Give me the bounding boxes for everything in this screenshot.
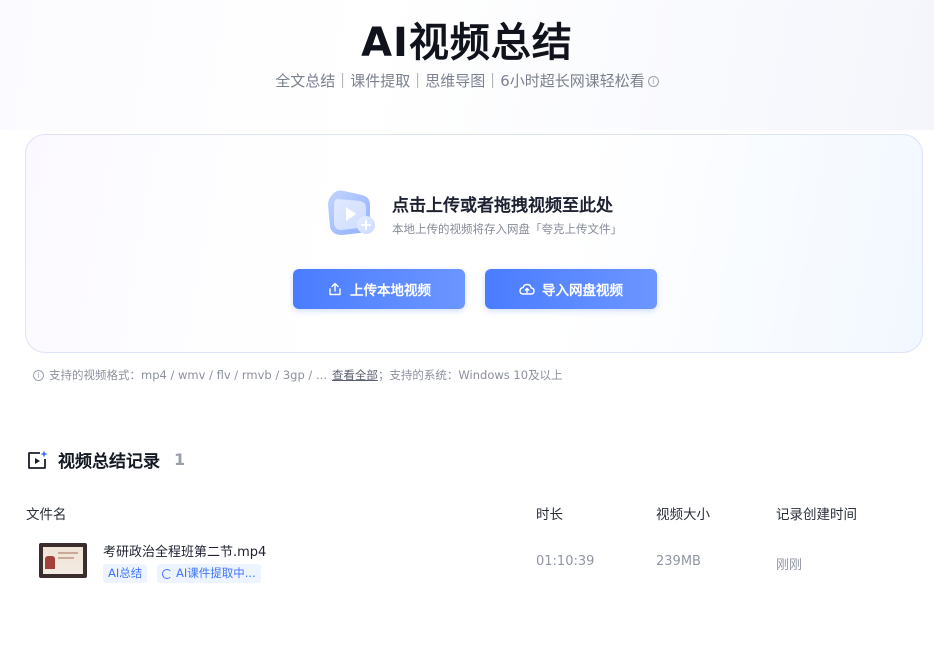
import-cloud-label: 导入网盘视频 bbox=[542, 283, 623, 299]
info-icon[interactable]: i bbox=[647, 76, 659, 87]
upload-icon bbox=[329, 282, 341, 296]
upload-local-label: 上传本地视频 bbox=[350, 283, 431, 299]
video-thumbnail[interactable] bbox=[39, 543, 87, 578]
supported-formats-note: i 支持的视频格式：mp4 / wmv / flv / rmvb / 3gp /… bbox=[33, 367, 563, 383]
column-header-size: 视频大小 bbox=[656, 507, 710, 523]
records-count: 1 bbox=[174, 450, 186, 469]
upload-description: 本地上传的视频将存入网盘「夸克上传文件」 bbox=[392, 222, 622, 236]
file-name[interactable]: 考研政治全程班第二节.mp4 bbox=[103, 541, 266, 560]
records-title: 视频总结记录 bbox=[58, 452, 160, 472]
ai-summary-tag[interactable]: AI总结 bbox=[103, 564, 148, 583]
page-title: AI视频总结 bbox=[361, 20, 573, 66]
duration-cell: 01:10:39 bbox=[536, 554, 595, 569]
formats-text: 支持的视频格式：mp4 / wmv / flv / rmvb / 3gp / .… bbox=[49, 368, 327, 382]
size-cell: 239MB bbox=[656, 554, 701, 569]
video-upload-icon bbox=[328, 190, 375, 235]
ai-extract-status-tag: AI课件提取中... bbox=[157, 564, 261, 583]
table-row[interactable]: 考研政治全程班第二节.mp4 AI总结 AI课件提取中... 01:10:39 … bbox=[26, 533, 906, 589]
page-subtitle: 全文总结｜课件提取｜思维导图｜6小时超长网课轻松看 i bbox=[0, 70, 934, 91]
records-header: 视频总结记录 1 bbox=[26, 447, 185, 472]
created-cell: 刚刚 bbox=[776, 558, 803, 573]
record-sparkle-icon bbox=[28, 450, 48, 469]
column-header-duration: 时长 bbox=[536, 507, 563, 523]
column-header-file-name: 文件名 bbox=[26, 507, 67, 523]
system-text: ；支持的系统：Windows 10及以上 bbox=[377, 368, 563, 382]
import-cloud-video-button[interactable]: 导入网盘视频 bbox=[485, 269, 657, 309]
cloud-icon bbox=[519, 283, 535, 295]
upload-local-video-button[interactable]: 上传本地视频 bbox=[293, 269, 465, 309]
upload-dropzone[interactable]: 点击上传或者拖拽视频至此处 本地上传的视频将存入网盘「夸克上传文件」 上传本地视… bbox=[25, 134, 923, 353]
subtitle-text: 全文总结｜课件提取｜思维导图｜6小时超长网课轻松看 bbox=[275, 72, 645, 90]
info-icon: i bbox=[33, 369, 44, 381]
column-header-created: 记录创建时间 bbox=[776, 507, 857, 523]
ai-extract-label: AI课件提取中... bbox=[176, 566, 256, 580]
view-all-link[interactable]: 查看全部 bbox=[332, 367, 378, 383]
spinner-icon bbox=[162, 568, 172, 579]
upload-title: 点击上传或者拖拽视频至此处 bbox=[392, 196, 613, 216]
ai-summary-label: AI总结 bbox=[108, 566, 143, 580]
